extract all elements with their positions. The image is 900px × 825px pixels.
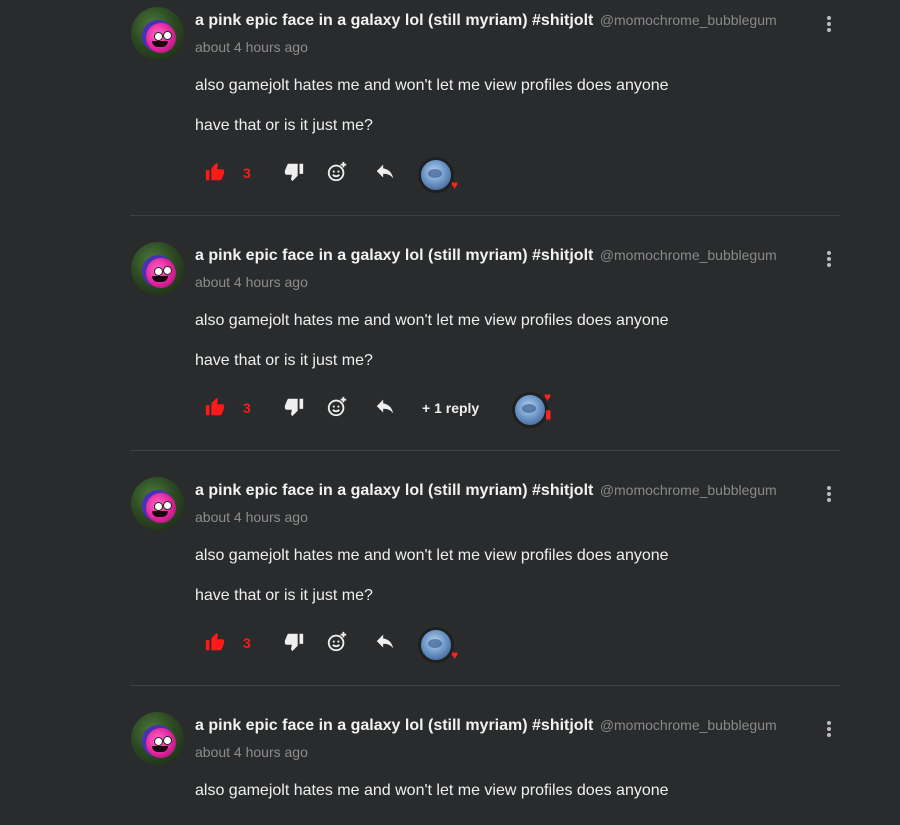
add-reaction-icon[interactable] (326, 631, 348, 653)
view-replies-link[interactable]: + 1 reply (422, 400, 479, 416)
comment-item: a pink epic face in a galaxy lol (still … (0, 470, 900, 705)
comment-actions: 3 + 1 reply ♥ ▮ (0, 388, 900, 428)
divider (130, 215, 840, 216)
username-link[interactable]: a pink epic face in a galaxy lol (still … (195, 482, 593, 499)
comment-actions: 3 ♥ (0, 153, 900, 193)
username-link[interactable]: a pink epic face in a galaxy lol (still … (195, 247, 593, 264)
more-options-icon[interactable] (823, 719, 835, 739)
add-reaction-icon[interactable] (326, 161, 348, 183)
comment-timestamp[interactable]: about 4 hours ago (195, 509, 308, 525)
username-link[interactable]: a pink epic face in a galaxy lol (still … (195, 717, 593, 734)
comment-header: a pink epic face in a galaxy lol (still … (195, 12, 777, 30)
divider (130, 450, 840, 451)
username-link[interactable]: a pink epic face in a galaxy lol (still … (195, 12, 593, 29)
comment-item: a pink epic face in a galaxy lol (still … (0, 705, 900, 825)
heart-icon: ♥ (544, 390, 552, 404)
like-count[interactable]: 3 (243, 165, 251, 181)
avatar-face-icon (146, 23, 176, 53)
avatar[interactable] (131, 7, 184, 60)
add-reaction-icon[interactable] (326, 396, 348, 418)
reactor-avatar[interactable] (512, 392, 548, 428)
comment-feed: a pink epic face in a galaxy lol (still … (0, 0, 900, 825)
like-count[interactable]: 3 (243, 635, 251, 651)
comment-text-line: have that or is it just me? (195, 117, 373, 134)
comment-text-line: have that or is it just me? (195, 352, 373, 369)
thumbs-down-icon[interactable] (283, 161, 305, 183)
like-count[interactable]: 3 (243, 400, 251, 416)
comment-text-line: also gamejolt hates me and won't let me … (195, 77, 669, 94)
more-options-icon[interactable] (823, 484, 835, 504)
avatar-face-icon (146, 258, 176, 288)
comment-timestamp[interactable]: about 4 hours ago (195, 744, 308, 760)
avatar[interactable] (131, 242, 184, 295)
reply-arrow-icon[interactable] (374, 396, 396, 418)
thumbs-up-icon[interactable] (204, 631, 226, 653)
thumbs-down-icon[interactable] (283, 631, 305, 653)
divider (130, 685, 840, 686)
comment-text-line: have that or is it just me? (195, 587, 373, 604)
user-handle[interactable]: @momochrome_bubblegum (600, 247, 777, 263)
thumbs-up-icon[interactable] (204, 161, 226, 183)
comment-text-line: also gamejolt hates me and won't let me … (195, 312, 669, 329)
more-options-icon[interactable] (823, 249, 835, 269)
more-options-icon[interactable] (823, 14, 835, 34)
comment-header: a pink epic face in a galaxy lol (still … (195, 482, 777, 500)
comment-text-line: also gamejolt hates me and won't let me … (195, 547, 669, 564)
user-handle[interactable]: @momochrome_bubblegum (600, 482, 777, 498)
heart-icon: ♥ (451, 648, 459, 662)
comment-text-line: also gamejolt hates me and won't let me … (195, 782, 669, 799)
thumbs-down-icon[interactable] (283, 396, 305, 418)
comment-timestamp[interactable]: about 4 hours ago (195, 39, 308, 55)
comment-actions: 3 ♥ (0, 623, 900, 663)
comment-item: a pink epic face in a galaxy lol (still … (0, 0, 900, 235)
avatar-face-icon (146, 728, 176, 758)
reactor-avatar[interactable] (418, 157, 454, 193)
user-handle[interactable]: @momochrome_bubblegum (600, 12, 777, 28)
avatar[interactable] (131, 477, 184, 530)
comment-header: a pink epic face in a galaxy lol (still … (195, 717, 777, 735)
heart-icon: ♥ (451, 178, 459, 192)
comment-item: a pink epic face in a galaxy lol (still … (0, 235, 900, 470)
comment-bubble-icon: ▮ (545, 407, 552, 421)
avatar-face-icon (146, 493, 176, 523)
reactor-avatar[interactable] (418, 627, 454, 663)
avatar[interactable] (131, 712, 184, 765)
user-handle[interactable]: @momochrome_bubblegum (600, 717, 777, 733)
thumbs-up-icon[interactable] (204, 396, 226, 418)
comment-header: a pink epic face in a galaxy lol (still … (195, 247, 777, 265)
reply-arrow-icon[interactable] (374, 631, 396, 653)
reply-arrow-icon[interactable] (374, 161, 396, 183)
comment-timestamp[interactable]: about 4 hours ago (195, 274, 308, 290)
